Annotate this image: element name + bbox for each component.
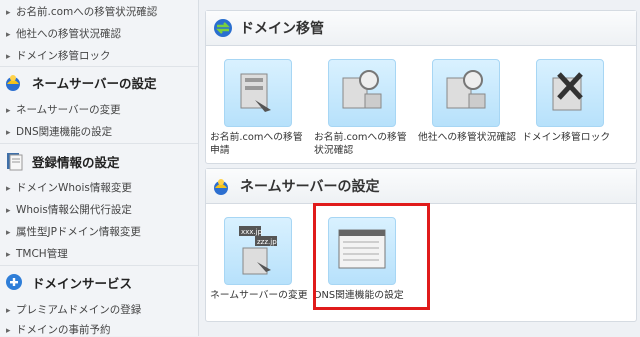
globe-person-icon xyxy=(4,72,26,92)
sidebar-item-transfer-lock[interactable]: ▸ ドメイン移管ロック xyxy=(6,48,111,63)
transfer-panel: ドメイン移管 お名前.comへの移管申請 お名前.comへの移管状況確認 他社へ… xyxy=(205,10,637,164)
tile-nameserver-change[interactable]: xxx.jp zzz.jp ネームサーバーの変更 xyxy=(210,217,310,302)
sidebar-item-domain-preorder[interactable]: ▸ ドメインの事前予約 xyxy=(6,322,111,337)
nameserver-panel-header: ネームサーバーの設定 xyxy=(206,169,636,204)
sidebar-section-nameserver: ネームサーバーの設定 xyxy=(4,72,157,92)
tile-transfer-lock[interactable]: ドメイン移管ロック xyxy=(522,59,622,144)
sidebar-item-transfer-status-out[interactable]: ▸ 他社への移管状況確認 xyxy=(6,26,121,41)
icon-domain-text-2: zzz.jp xyxy=(257,238,277,246)
server-search-out-icon xyxy=(432,59,500,127)
server-arrow-icon xyxy=(224,59,292,127)
sidebar: ▸ お名前.comへの移管状況確認 ▸ 他社への移管状況確認 ▸ ドメイン移管ロック … xyxy=(0,0,199,336)
document-stack-icon xyxy=(4,151,26,171)
sidebar-item-jp-domain-info[interactable]: ▸ 属性型JPドメイン情報変更 xyxy=(6,224,141,239)
transfer-panel-title: ドメイン移管 xyxy=(240,21,324,37)
transfer-arrows-icon xyxy=(212,18,234,38)
icon-domain-text-1: xxx.jp xyxy=(241,228,263,236)
sidebar-section-registration: 登録情報の設定 xyxy=(4,151,120,171)
nameserver-panel-title: ネームサーバーの設定 xyxy=(240,179,380,195)
sidebar-section-domain-service: ドメインサービス xyxy=(4,272,132,292)
domain-server-icon: xxx.jp zzz.jp xyxy=(224,217,292,285)
sidebar-item-whois-change[interactable]: ▸ ドメインWhois情報変更 xyxy=(6,180,132,195)
tile-transfer-status-in[interactable]: お名前.comへの移管状況確認 xyxy=(314,59,414,157)
sidebar-item-whois-privacy[interactable]: ▸ Whois情報公開代行設定 xyxy=(6,202,132,217)
sidebar-item-transfer-status-in[interactable]: ▸ お名前.comへの移管状況確認 xyxy=(6,4,157,19)
sidebar-item-tmch[interactable]: ▸ TMCH管理 xyxy=(6,246,68,261)
sidebar-item-dns-settings[interactable]: ▸ DNS関連機能の設定 xyxy=(6,124,112,139)
highlight-box xyxy=(313,203,430,310)
transfer-panel-header: ドメイン移管 xyxy=(206,11,636,46)
tile-transfer-status-out[interactable]: 他社への移管状況確認 xyxy=(418,59,518,144)
tile-transfer-apply[interactable]: お名前.comへの移管申請 xyxy=(210,59,310,157)
sidebar-item-nameserver-change[interactable]: ▸ ネームサーバーの変更 xyxy=(6,102,121,117)
server-lock-x-icon xyxy=(536,59,604,127)
plus-circle-icon xyxy=(4,272,26,292)
globe-person-icon xyxy=(212,176,234,196)
sidebar-item-premium-domain[interactable]: ▸ プレミアムドメインの登録 xyxy=(6,302,141,317)
server-search-icon xyxy=(328,59,396,127)
